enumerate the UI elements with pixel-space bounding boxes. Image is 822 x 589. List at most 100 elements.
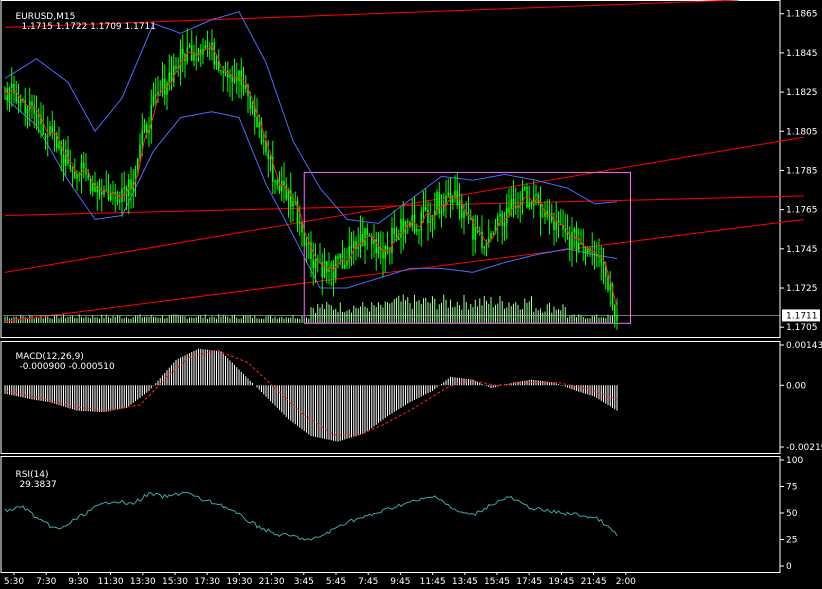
candle-body bbox=[172, 65, 175, 83]
candle-body bbox=[269, 156, 272, 160]
candle-body bbox=[121, 188, 123, 202]
candle-body bbox=[163, 78, 166, 95]
candle-body bbox=[359, 234, 362, 247]
candle-body bbox=[598, 256, 600, 258]
candle-body bbox=[76, 173, 78, 179]
candle-body bbox=[436, 192, 438, 211]
candle-body bbox=[143, 124, 146, 131]
price-panel-frame bbox=[0, 0, 781, 338]
candle-body bbox=[46, 135, 49, 138]
candle-body bbox=[105, 189, 108, 191]
candle-body bbox=[123, 187, 126, 189]
candle-body bbox=[474, 226, 477, 240]
candle-body bbox=[249, 95, 252, 109]
candle-body bbox=[564, 229, 567, 232]
macd-tick-label: 0.00143 bbox=[786, 341, 822, 351]
candle-body bbox=[262, 140, 265, 142]
rsi-tick-label: 0 bbox=[786, 562, 792, 572]
price-tick-label: 1.1765 bbox=[786, 206, 818, 216]
candle-body bbox=[607, 276, 609, 291]
price-tick-label: 1.1825 bbox=[786, 88, 818, 98]
candle-body bbox=[523, 186, 526, 189]
candle-body bbox=[370, 236, 373, 244]
candle-body bbox=[391, 227, 393, 254]
candle-body bbox=[352, 241, 355, 249]
time-tick-label: 15:30 bbox=[162, 577, 188, 587]
candle-body bbox=[440, 211, 443, 214]
candle-body bbox=[222, 71, 225, 73]
candle-body bbox=[341, 253, 344, 269]
time-tick-label: 19:45 bbox=[548, 577, 574, 587]
candle-body bbox=[49, 126, 51, 136]
candle-body bbox=[42, 124, 45, 135]
candle-body bbox=[154, 94, 157, 97]
rsi-tick-label: 25 bbox=[786, 536, 797, 546]
time-tick-label: 9:30 bbox=[68, 577, 88, 587]
candle-body bbox=[609, 284, 612, 291]
time-tick-label: 5:30 bbox=[4, 577, 24, 587]
candle-body bbox=[528, 202, 531, 208]
candle-body bbox=[58, 142, 60, 149]
candle-body bbox=[100, 191, 103, 195]
candle-body bbox=[532, 195, 535, 206]
candle-body bbox=[107, 189, 110, 200]
candle-body bbox=[204, 45, 207, 49]
candle-body bbox=[366, 228, 369, 236]
candle-body bbox=[215, 61, 218, 66]
chart-window[interactable]: 1.1711 1.1865 1.1845 1.1825 1.1805 1.1785 1.17… bbox=[0, 0, 822, 589]
candle-body bbox=[325, 261, 328, 272]
macd-tick-label: -0.00219 bbox=[786, 443, 822, 453]
candle-body bbox=[427, 209, 429, 224]
macd-tick-label: 0.00 bbox=[786, 381, 806, 391]
candle-body bbox=[96, 186, 99, 193]
price-tick-label: 1.1705 bbox=[786, 323, 818, 333]
candle-body bbox=[35, 113, 38, 116]
candle-body bbox=[267, 152, 270, 160]
candle-body bbox=[303, 232, 306, 246]
candle-body bbox=[256, 116, 258, 128]
candle-body bbox=[251, 105, 254, 109]
candle-body bbox=[152, 96, 155, 105]
rsi-panel-frame bbox=[0, 456, 781, 573]
candle-body bbox=[438, 192, 441, 214]
rsi-tick-label: 50 bbox=[786, 509, 798, 519]
candle-body bbox=[87, 174, 90, 179]
candle-body bbox=[463, 211, 465, 219]
time-tick-label: 13:45 bbox=[452, 577, 478, 587]
candle-body bbox=[323, 261, 326, 278]
candle-body bbox=[71, 169, 74, 172]
candle-body bbox=[337, 256, 339, 259]
candle-body bbox=[508, 207, 510, 213]
candle-body bbox=[136, 158, 139, 170]
rsi-tick-label: 100 bbox=[786, 456, 803, 466]
candle-body bbox=[276, 180, 279, 185]
candle-body bbox=[220, 70, 222, 72]
candle-body bbox=[415, 229, 418, 232]
time-tick-label: 3:45 bbox=[294, 577, 314, 587]
candle-body bbox=[458, 201, 461, 206]
candle-body bbox=[393, 227, 396, 234]
macd-header: MACD(12,26,9) -0.000900 -0.000510 bbox=[4, 342, 114, 382]
candle-body bbox=[364, 228, 366, 246]
candle-body bbox=[238, 70, 240, 81]
candle-body bbox=[431, 215, 434, 221]
rsi-header: RSI(14) 29.3837 bbox=[4, 460, 56, 500]
time-tick-label: 19:30 bbox=[226, 577, 252, 587]
time-tick-label: 13:30 bbox=[130, 577, 156, 587]
candle-body bbox=[595, 255, 598, 257]
candle-body bbox=[492, 232, 495, 234]
candle-body bbox=[577, 242, 580, 251]
time-tick-label: 17:45 bbox=[516, 577, 542, 587]
candle-body bbox=[490, 232, 492, 239]
time-tick-label: 21:30 bbox=[259, 577, 285, 587]
rsi-line bbox=[4, 491, 618, 541]
candle-body bbox=[357, 246, 360, 249]
ohlc-label: 1.1715 1.1722 1.1709 1.1711 bbox=[21, 22, 157, 32]
time-tick-label: 5:45 bbox=[326, 577, 346, 587]
candle-body bbox=[44, 134, 47, 138]
candle-body bbox=[449, 192, 452, 203]
candle-body bbox=[157, 92, 159, 95]
price-tick-label: 1.1865 bbox=[786, 10, 818, 20]
candle-body bbox=[226, 70, 229, 78]
candle-body bbox=[118, 201, 121, 203]
